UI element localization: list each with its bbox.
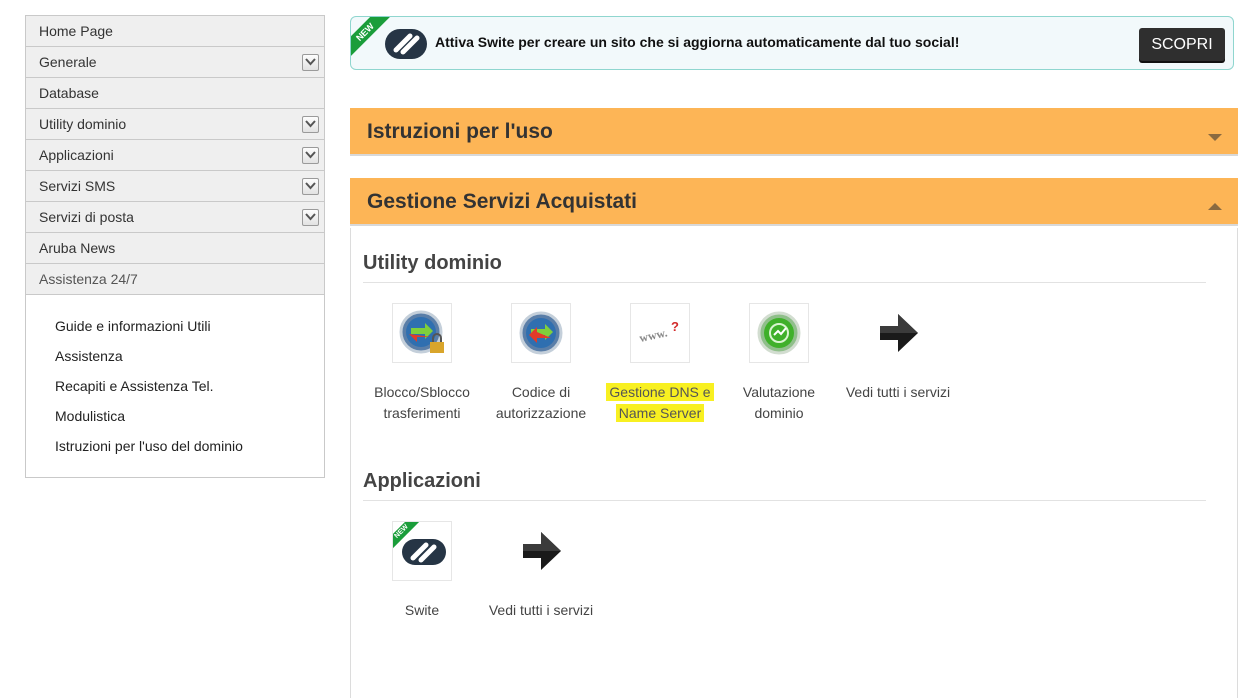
sidebar-item-applicazioni[interactable]: Applicazioni <box>26 140 324 171</box>
sidebar-item-home-page[interactable]: Home Page <box>26 16 324 47</box>
tile-caption: Vedi tutti i servizi <box>838 382 958 403</box>
tile-vedi-tutti-utility[interactable]: Vedi tutti i servizi <box>838 303 958 403</box>
sidebar-nav: Home Page Generale Database Utility domi… <box>25 15 325 478</box>
chevron-down-icon[interactable] <box>302 209 319 226</box>
sidebar-item-label: Assistenza 24/7 <box>39 271 138 287</box>
sidebar-item-label: Generale <box>39 54 97 70</box>
submenu-link-recapiti[interactable]: Recapiti e Assistenza Tel. <box>55 375 324 405</box>
scopri-button[interactable]: SCOPRI <box>1139 28 1225 61</box>
sidebar-item-label: Applicazioni <box>39 147 114 163</box>
sidebar-item-utility-dominio[interactable]: Utility dominio <box>26 109 324 140</box>
tile-swite[interactable]: NEW Swite <box>362 521 482 621</box>
sidebar-item-label: Servizi SMS <box>39 178 116 194</box>
dns-www-icon: www. ? <box>630 303 690 363</box>
submenu-link-assistenza[interactable]: Assistenza <box>55 345 324 375</box>
sidebar-item-database[interactable]: Database <box>26 78 324 109</box>
sidebar-item-aruba-news[interactable]: Aruba News <box>26 233 324 264</box>
sidebar-item-servizi-sms[interactable]: Servizi SMS <box>26 171 324 202</box>
panel-header-istruzioni[interactable]: Istruzioni per l'uso <box>350 108 1238 156</box>
panel-title: Gestione Servizi Acquistati <box>367 190 637 213</box>
chevron-down-icon[interactable] <box>302 147 319 164</box>
sidebar-item-label: Servizi di posta <box>39 209 134 225</box>
tile-blocco-sblocco[interactable]: Blocco/Sblocco trasferimenti <box>362 303 482 424</box>
panel-body-gestione-servizi: Utility dominio Blocco/Sblocco trasferim… <box>350 228 1238 698</box>
banner-text: Attiva Swite per creare un sito che si a… <box>435 34 960 50</box>
tile-caption-line: autorizzazione <box>495 405 587 421</box>
caret-down-icon <box>1208 129 1222 147</box>
section-title-utility-dominio: Utility dominio <box>363 252 502 274</box>
sidebar-item-servizi-di-posta[interactable]: Servizi di posta <box>26 202 324 233</box>
tile-caption-line: Name Server <box>615 404 705 422</box>
sidebar-item-label: Home Page <box>39 23 113 39</box>
tile-codice-autorizzazione[interactable]: Codice di autorizzazione <box>481 303 601 424</box>
auth-code-icon <box>511 303 571 363</box>
chevron-down-icon[interactable] <box>302 178 319 195</box>
tile-caption: Gestione DNS e Name Server <box>600 382 720 424</box>
tile-caption-line: Valutazione <box>742 384 816 400</box>
chevron-down-icon[interactable] <box>302 54 319 71</box>
submenu-link-guide[interactable]: Guide e informazioni Utili <box>55 315 324 345</box>
arrow-right-icon <box>868 303 928 363</box>
tile-caption-line: Gestione DNS e <box>606 383 714 401</box>
section-divider <box>363 282 1206 283</box>
sidebar-item-label: Database <box>39 85 99 101</box>
swite-logo-icon <box>383 26 429 67</box>
tile-caption-line: trasferimenti <box>383 405 461 421</box>
tile-caption-line: Blocco/Sblocco <box>374 384 470 400</box>
arrow-right-icon <box>511 521 571 581</box>
domain-valuation-icon <box>749 303 809 363</box>
sidebar-item-label: Aruba News <box>39 240 116 256</box>
submenu-link-modulistica[interactable]: Modulistica <box>55 405 324 435</box>
caret-up-icon <box>1208 198 1222 216</box>
chevron-down-icon[interactable] <box>302 116 319 133</box>
tile-caption-line: Swite <box>404 602 440 618</box>
tile-caption-line: Vedi tutti i servizi <box>845 384 951 400</box>
section-title-applicazioni: Applicazioni <box>363 470 481 492</box>
tile-caption-line: dominio <box>754 405 804 421</box>
assistenza-submenu: Guide e informazioni Utili Assistenza Re… <box>26 295 324 477</box>
tile-caption: Blocco/Sblocco trasferimenti <box>362 382 482 424</box>
tile-caption: Valutazione dominio <box>719 382 839 424</box>
svg-text:?: ? <box>671 319 679 334</box>
promo-banner: NEW Attiva Swite per creare un sito che … <box>350 16 1234 70</box>
lock-transfer-icon <box>392 303 452 363</box>
tile-valutazione-dominio[interactable]: Valutazione dominio <box>719 303 839 424</box>
swite-icon: NEW <box>392 521 452 581</box>
submenu-link-istruzioni-dominio[interactable]: Istruzioni per l'uso del dominio <box>55 435 324 465</box>
sidebar-item-generale[interactable]: Generale <box>26 47 324 78</box>
section-divider <box>363 500 1206 501</box>
panel-title: Istruzioni per l'uso <box>367 120 553 143</box>
tile-caption: Swite <box>362 600 482 621</box>
tile-caption-line: Codice di <box>511 384 571 400</box>
tile-caption: Vedi tutti i servizi <box>481 600 601 621</box>
tile-caption-line: Vedi tutti i servizi <box>488 602 594 618</box>
svg-text:www.: www. <box>638 325 669 345</box>
panel-header-gestione-servizi[interactable]: Gestione Servizi Acquistati <box>350 178 1238 226</box>
tile-caption: Codice di autorizzazione <box>481 382 601 424</box>
tile-gestione-dns[interactable]: www. ? Gestione DNS e Name Server <box>600 303 720 424</box>
sidebar-item-assistenza[interactable]: Assistenza 24/7 <box>26 264 324 295</box>
sidebar-item-label: Utility dominio <box>39 116 127 132</box>
tile-vedi-tutti-applicazioni[interactable]: Vedi tutti i servizi <box>481 521 601 621</box>
